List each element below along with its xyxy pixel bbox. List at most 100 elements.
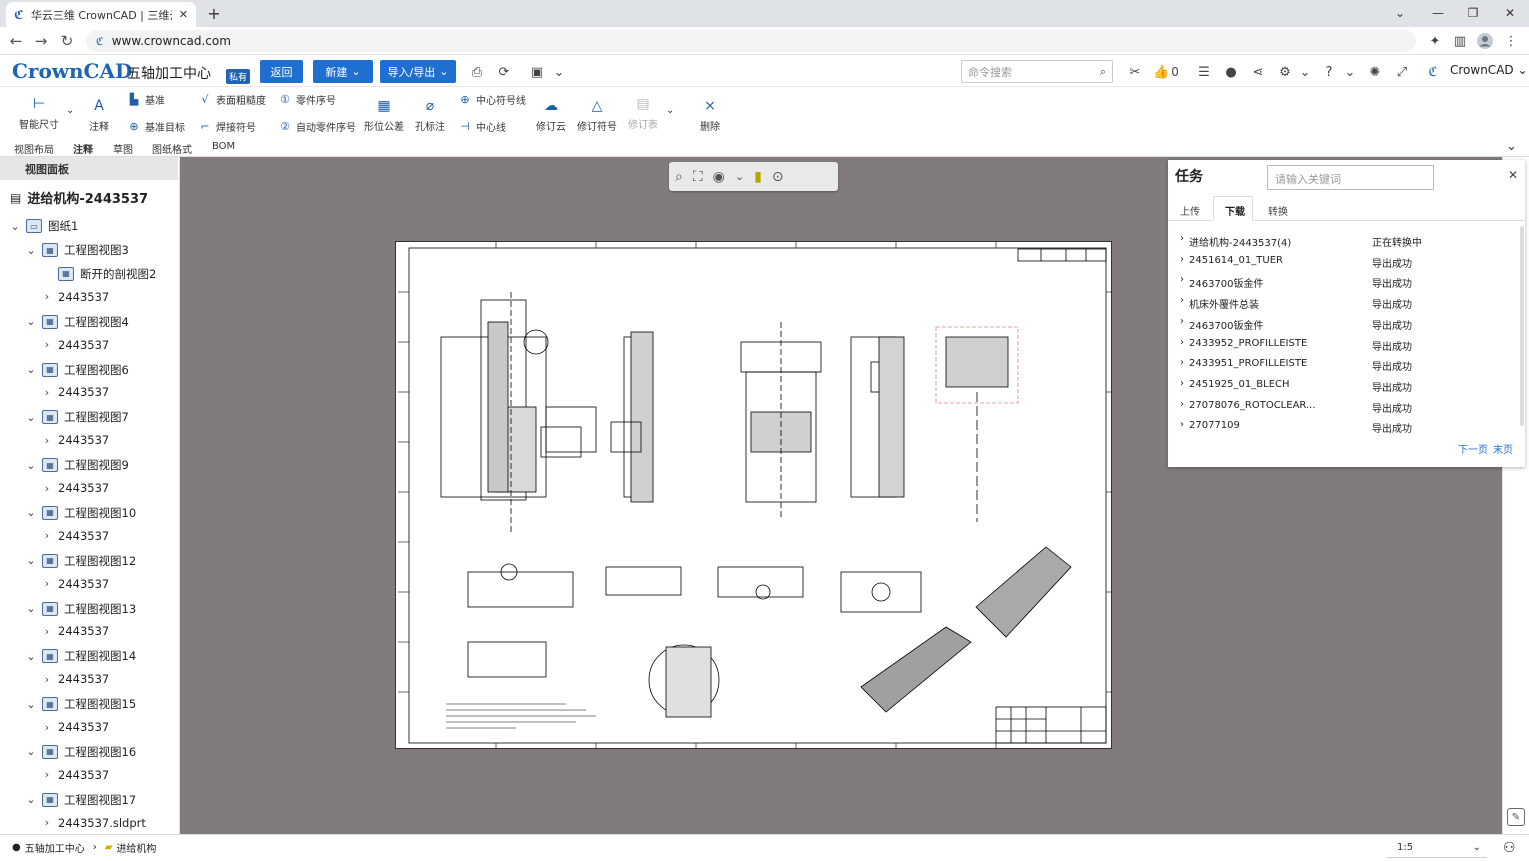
smart-dimension-button[interactable]: ⊢ 智能尺寸 bbox=[19, 95, 59, 131]
chevron-down-icon[interactable]: ⌄ bbox=[26, 793, 36, 806]
chevron-right-icon[interactable]: › bbox=[1180, 316, 1184, 327]
chat-icon[interactable]: ● bbox=[1222, 63, 1240, 81]
collaborators-icon[interactable]: ⚇ bbox=[1503, 840, 1516, 856]
tree-view-node[interactable]: ⌄ ▦ 工程图视图12 bbox=[26, 553, 136, 569]
tree-part-node[interactable]: › 2443537 bbox=[42, 338, 109, 352]
reload-icon[interactable]: ↻ bbox=[57, 31, 77, 51]
scale-select[interactable]: 1:5 ⌄ bbox=[1387, 838, 1487, 858]
chevron-right-icon[interactable]: › bbox=[1180, 254, 1184, 265]
tree-part-node[interactable]: › 2443537 bbox=[42, 481, 109, 495]
import-export-button[interactable]: 导入/导出 ⌄ bbox=[380, 60, 456, 83]
tree-view-node[interactable]: ⌄ ▦ 工程图视图9 bbox=[26, 457, 129, 473]
tab-search-icon[interactable]: ⌄ bbox=[1389, 3, 1411, 23]
user-menu[interactable]: CrownCAD ⌄ bbox=[1450, 63, 1528, 77]
ribbon-more-dropdown-icon[interactable]: ⌄ bbox=[666, 105, 674, 116]
view-orientation-icon[interactable]: ⊙ bbox=[772, 169, 784, 185]
gdt-button[interactable]: ▦ 形位公差 bbox=[364, 97, 404, 133]
task-row[interactable]: › 机床外覆件总装 导出成功 bbox=[1168, 293, 1513, 313]
task-keyword-input[interactable]: 请输入关键词 bbox=[1267, 165, 1434, 190]
chevron-right-icon[interactable]: › bbox=[1180, 378, 1184, 389]
window-close-button[interactable]: ✕ bbox=[1499, 3, 1521, 23]
tree-part-node[interactable]: › 2443537.sldprt bbox=[42, 816, 146, 830]
surface-roughness-button[interactable]: √ 表面粗糙度 bbox=[198, 92, 266, 107]
search-icon[interactable]: ⌕ bbox=[1100, 65, 1106, 79]
tab-bom[interactable]: BOM bbox=[212, 141, 235, 152]
tool-icon[interactable]: ✂ bbox=[1126, 63, 1144, 81]
print-icon[interactable]: ⎙ bbox=[468, 63, 486, 81]
new-button[interactable]: 新建 ⌄ bbox=[313, 60, 373, 83]
chevron-down-icon[interactable]: ⌄ bbox=[735, 170, 744, 183]
chevron-down-icon[interactable]: ⌄ bbox=[26, 411, 36, 424]
visibility-eye-icon[interactable]: ◉ bbox=[713, 169, 725, 185]
back-button[interactable]: 返回 bbox=[260, 60, 303, 83]
chevron-right-icon[interactable]: › bbox=[42, 577, 52, 590]
task-row[interactable]: › 2433952_PROFILLEISTE 导出成功 bbox=[1168, 335, 1513, 355]
tree-view-node[interactable]: ⌄ ▦ 工程图视图16 bbox=[26, 744, 136, 760]
layers-icon[interactable]: ☰ bbox=[1195, 63, 1213, 81]
side-panel-icon[interactable]: ▥ bbox=[1451, 32, 1469, 50]
chevron-down-icon[interactable]: ⌄ bbox=[26, 602, 36, 615]
chevron-right-icon[interactable]: › bbox=[42, 673, 52, 686]
tree-view-node[interactable]: ⌄ ▦ 工程图视图6 bbox=[26, 362, 129, 378]
chevron-right-icon[interactable]: › bbox=[42, 529, 52, 542]
save-icon[interactable]: ▣ bbox=[528, 63, 546, 81]
tree-view-node[interactable]: ⌄ ▦ 工程图视图7 bbox=[26, 409, 129, 425]
command-search-input[interactable]: 命令搜索 ⌕ bbox=[961, 60, 1113, 83]
chevron-right-icon[interactable]: › bbox=[42, 290, 52, 303]
tree-part-node[interactable]: › 2443537 bbox=[42, 290, 109, 304]
fit-view-icon[interactable]: ⛶ bbox=[693, 169, 703, 185]
revision-cloud-button[interactable]: ☁ 修订云 bbox=[536, 97, 566, 133]
tab-close-icon[interactable]: ✕ bbox=[179, 8, 188, 21]
settings-gear-icon[interactable]: ⚙ bbox=[1276, 63, 1294, 81]
maximize-button[interactable]: ❐ bbox=[1462, 3, 1484, 23]
feedback-icon[interactable]: ✎ bbox=[1507, 808, 1525, 826]
tab-view-layout[interactable]: 视图布局 bbox=[14, 141, 54, 156]
close-icon[interactable]: ✕ bbox=[1508, 168, 1518, 182]
tree-root[interactable]: ▤ 进给机构-2443537 bbox=[10, 188, 148, 208]
task-row[interactable]: › 2433951_PROFILLEISTE 导出成功 bbox=[1168, 355, 1513, 375]
gear-icon[interactable]: ✺ bbox=[1366, 63, 1384, 81]
fullscreen-icon[interactable]: ⤢ bbox=[1393, 63, 1411, 81]
tree-part-node[interactable]: › 2443537 bbox=[42, 720, 109, 734]
chevron-right-icon[interactable]: › bbox=[42, 625, 52, 638]
chevron-right-icon[interactable]: › bbox=[1180, 419, 1184, 430]
task-row[interactable]: › 27078076_ROTOCLEAR... 导出成功 bbox=[1168, 397, 1513, 417]
save-dropdown-icon[interactable]: ⌄ bbox=[550, 63, 568, 81]
chevron-right-icon[interactable]: › bbox=[1180, 337, 1184, 348]
back-arrow-icon[interactable]: ← bbox=[6, 31, 26, 51]
tab-sketch[interactable]: 草图 bbox=[113, 141, 133, 156]
profile-avatar-icon[interactable] bbox=[1476, 32, 1494, 50]
chevron-down-icon[interactable]: ⌄ bbox=[26, 554, 36, 567]
task-row[interactable]: › 2463700钣金件 导出成功 bbox=[1168, 314, 1513, 334]
breadcrumb-root[interactable]: 五轴加工中心 bbox=[25, 840, 85, 855]
chevron-down-icon[interactable]: ⌄ bbox=[26, 650, 36, 663]
tree-view-node[interactable]: ⌄ ▦ 工程图视图14 bbox=[26, 648, 136, 664]
revision-table-button[interactable]: ▤ 修订表 bbox=[628, 95, 658, 131]
hole-callout-button[interactable]: ⌀ 孔标注 bbox=[415, 97, 445, 133]
breadcrumb-current[interactable]: 进给机构 bbox=[116, 840, 156, 855]
chevron-right-icon[interactable]: › bbox=[42, 816, 52, 829]
refresh-icon[interactable]: ⟳ bbox=[495, 63, 513, 81]
tree-view-node[interactable]: ⌄ ▦ 工程图视图13 bbox=[26, 601, 136, 617]
datum-target-button[interactable]: ⊕ 基准目标 bbox=[127, 119, 185, 134]
task-row[interactable]: › 27077109 导出成功 bbox=[1168, 417, 1513, 437]
tab-convert[interactable]: 转换 bbox=[1268, 203, 1288, 218]
chevron-down-icon[interactable]: ⌄ bbox=[26, 745, 36, 758]
tree-part-node[interactable]: › 2443537 bbox=[42, 768, 109, 782]
tree-view-node[interactable]: ⌄ ▦ 工程图视图15 bbox=[26, 696, 136, 712]
chevron-right-icon[interactable]: › bbox=[42, 768, 52, 781]
tree-part-node[interactable]: › 2443537 bbox=[42, 529, 109, 543]
next-page-link[interactable]: 下一页 bbox=[1458, 441, 1488, 456]
note-button[interactable]: A 注释 bbox=[89, 97, 109, 133]
auto-part-number-button[interactable]: ② 自动零件序号 bbox=[278, 119, 356, 134]
like-button[interactable]: 👍 0 bbox=[1153, 63, 1187, 81]
weld-symbol-button[interactable]: ⌐ 焊接符号 bbox=[198, 119, 256, 134]
crowncad-logo[interactable]: CrownCAD bbox=[12, 59, 132, 83]
tree-view-node[interactable]: ⌄ ▦ 工程图视图10 bbox=[26, 505, 136, 521]
chevron-right-icon[interactable]: › bbox=[42, 721, 52, 734]
chevron-down-icon[interactable]: ⌄ bbox=[26, 506, 36, 519]
task-row[interactable]: › 2451614_01_TUER 导出成功 bbox=[1168, 252, 1513, 272]
chevron-down-icon[interactable]: ⌄ bbox=[26, 698, 36, 711]
chevron-right-icon[interactable]: › bbox=[1180, 357, 1184, 368]
tab-download[interactable]: 下载 bbox=[1225, 203, 1245, 218]
